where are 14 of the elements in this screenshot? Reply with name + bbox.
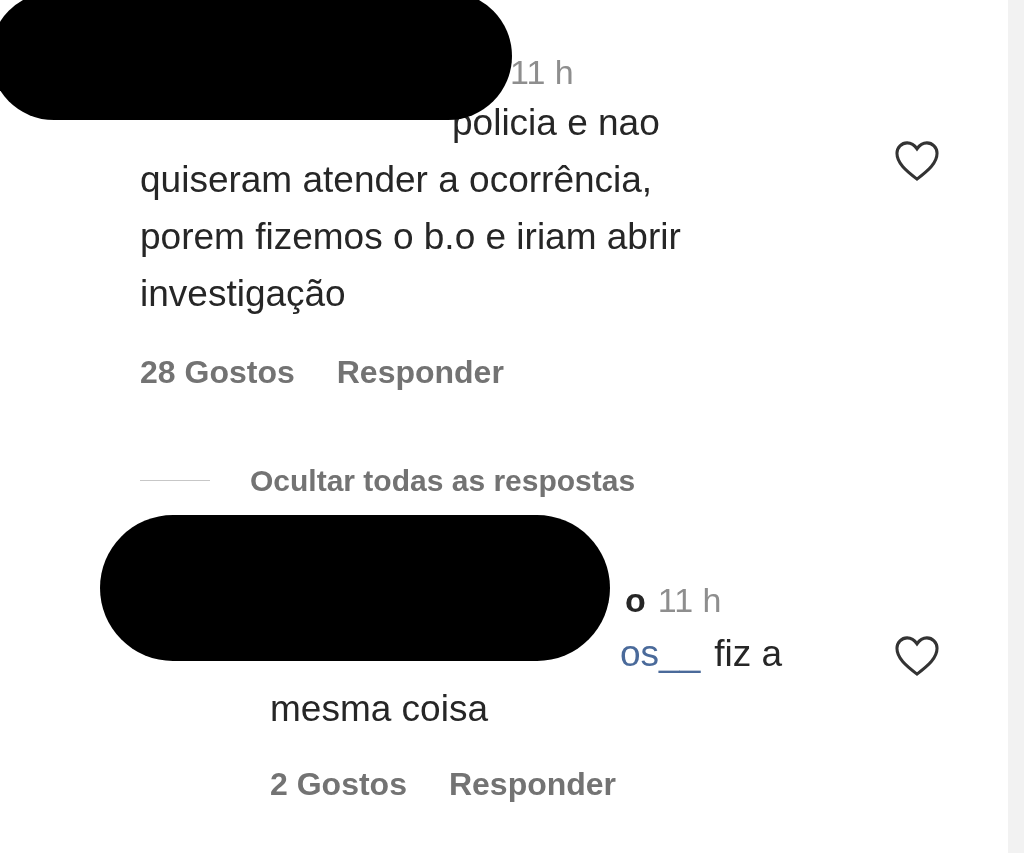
reply-text: fiz a bbox=[714, 632, 783, 676]
heart-icon[interactable] bbox=[894, 140, 940, 182]
heart-icon[interactable] bbox=[894, 634, 940, 677]
reply-button[interactable]: Responder bbox=[448, 760, 617, 808]
like-count[interactable]: 2 Gostos bbox=[270, 760, 407, 808]
reply-button[interactable]: Responder bbox=[336, 348, 504, 396]
reply-username[interactable]: o bbox=[625, 575, 646, 626]
mention-link[interactable]: os__ bbox=[620, 626, 701, 681]
reply-time: 11 h bbox=[657, 580, 722, 621]
comment-time: 11 h bbox=[510, 52, 575, 93]
like-count[interactable]: 28 Gostos bbox=[140, 348, 295, 396]
comment-text: policia e nao quiseram atender a ocorrência, porem fizemos o b.o e iriam abrir investigação bbox=[140, 101, 682, 316]
hide-replies-link[interactable]: Ocultar todas as respostas bbox=[250, 458, 636, 503]
reply-text: mesma coisa bbox=[270, 687, 489, 731]
